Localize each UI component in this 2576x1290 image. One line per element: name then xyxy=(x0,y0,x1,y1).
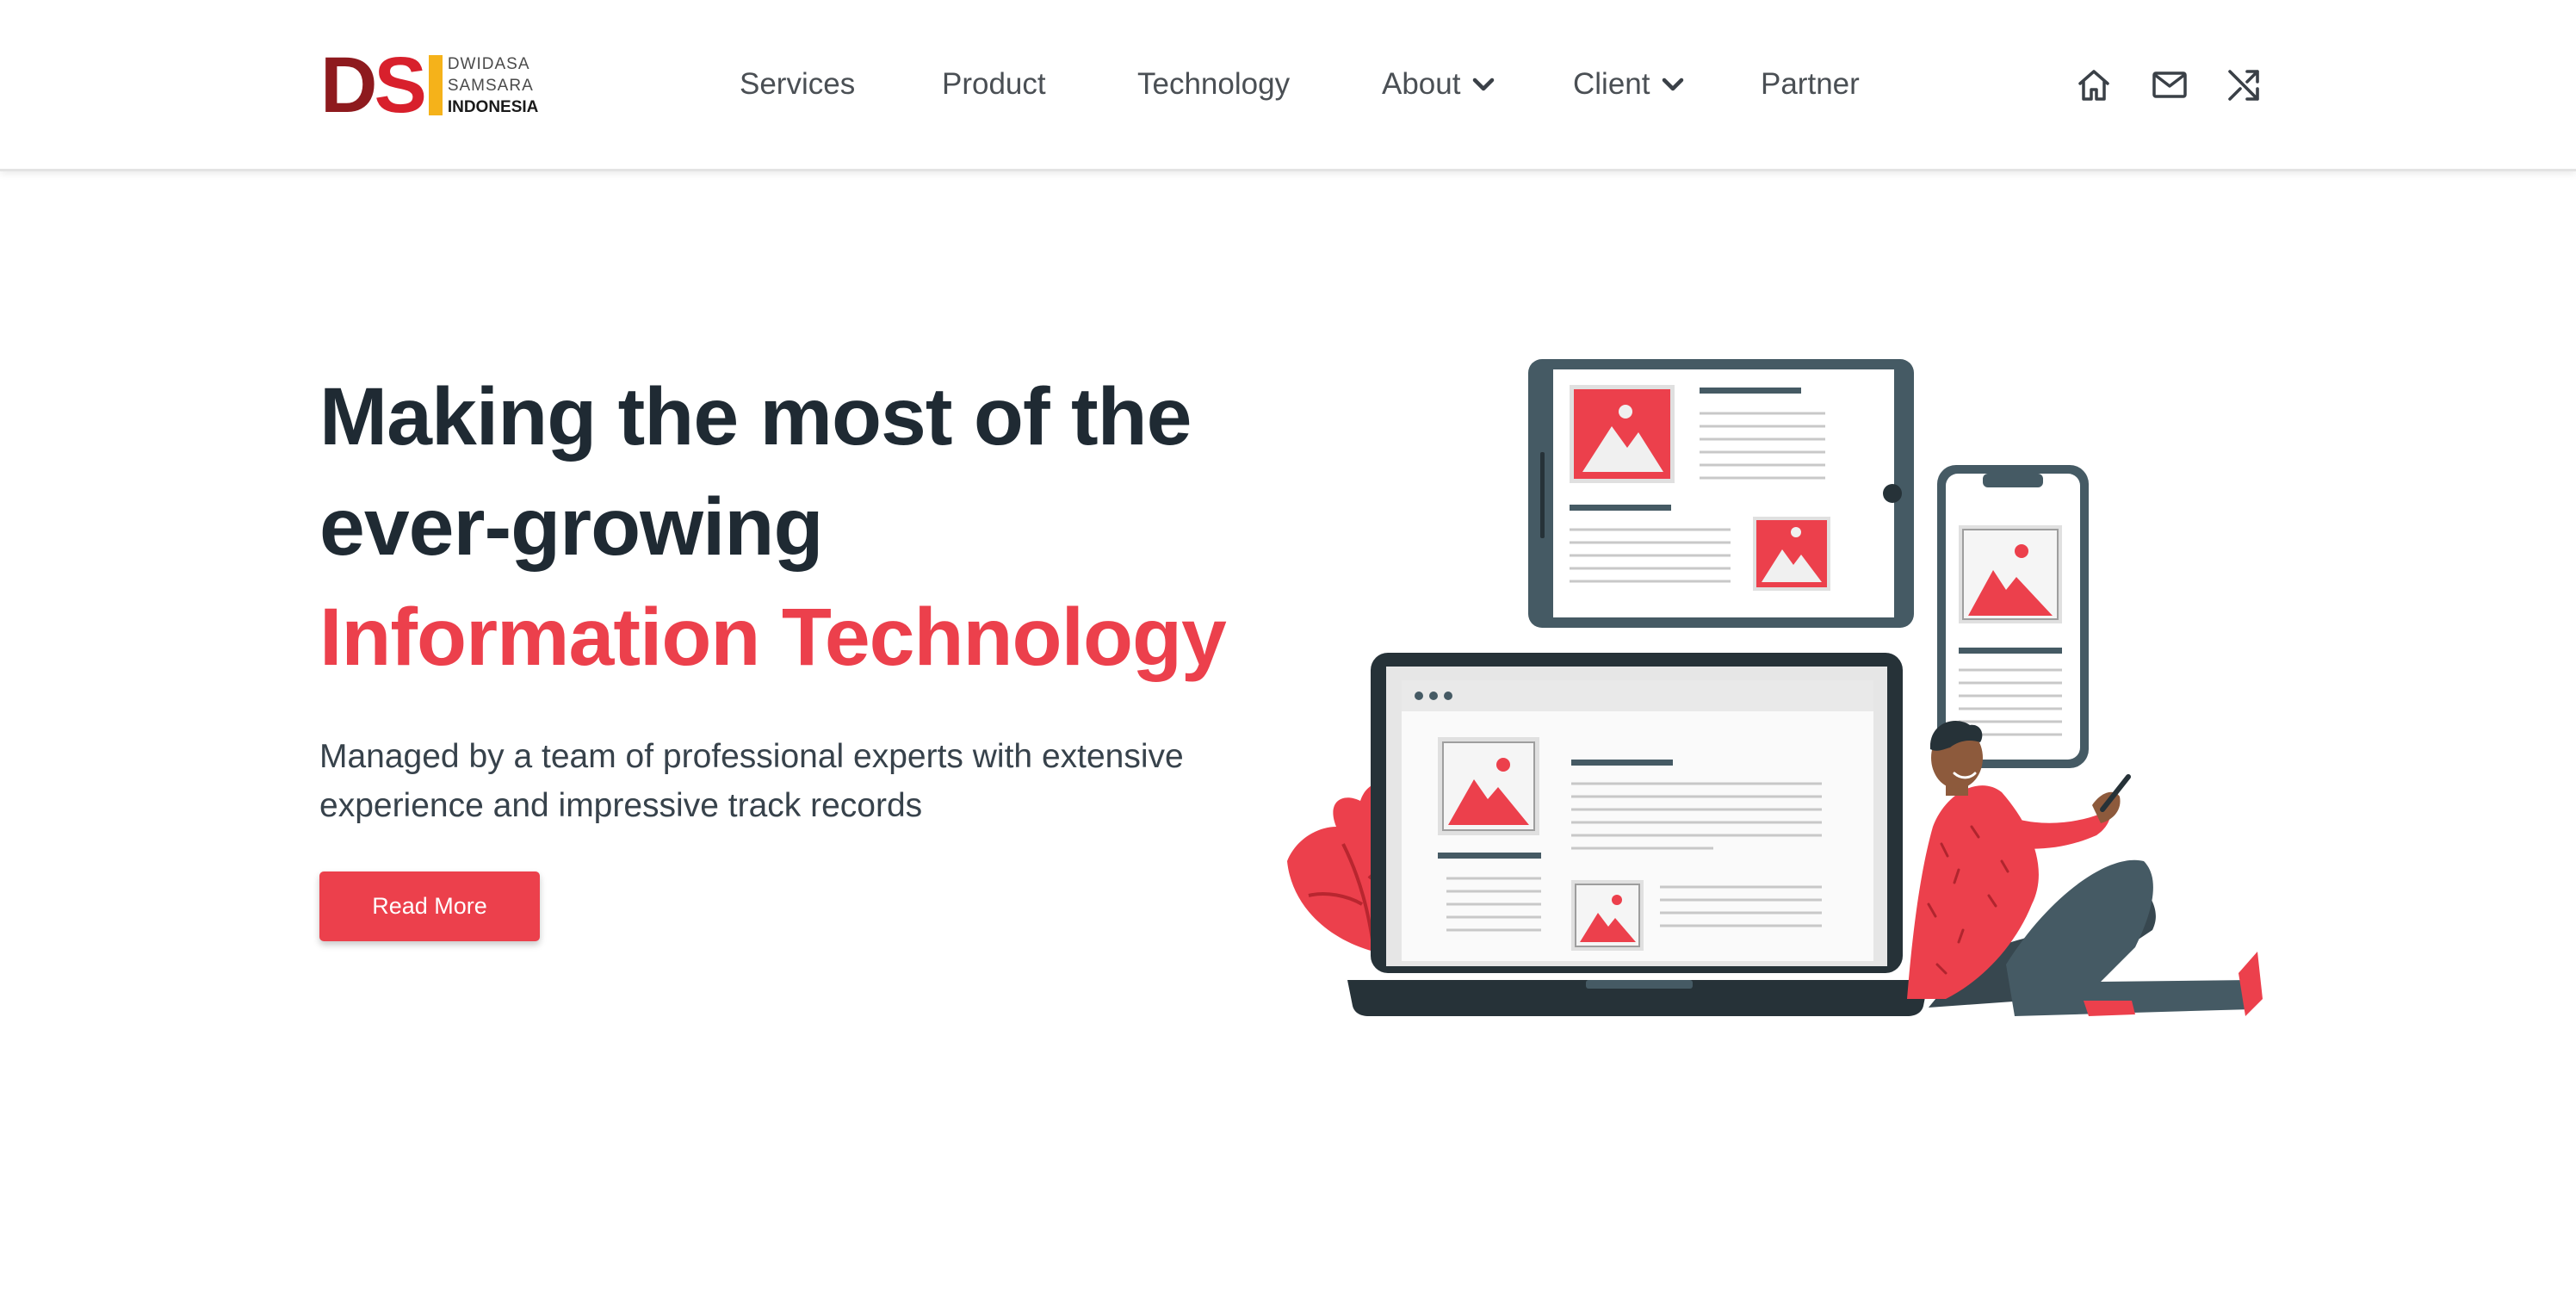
logo-letter-d: D xyxy=(320,41,377,129)
nav-item-label: Technology xyxy=(1137,67,1291,101)
mail-icon[interactable] xyxy=(2151,66,2189,104)
logo-line-3: INDONESIA xyxy=(447,97,539,116)
logo-line-2: SAMSARA xyxy=(447,76,534,95)
laptop-device xyxy=(1347,653,1929,1016)
logo-letter-i-bar xyxy=(428,55,443,115)
nav-item-partner[interactable]: Partner xyxy=(1761,64,1860,105)
person-figure xyxy=(1907,721,2263,1016)
logo-wordmark: DWIDASA SAMSARA INDONESIA xyxy=(448,52,539,119)
home-icon[interactable] xyxy=(2075,66,2113,104)
nav-item-label: Product xyxy=(942,67,1046,101)
hero-title-line-2: ever-growing xyxy=(319,481,824,573)
site-header: D S DWIDASA SAMSARA INDONESIA Services P… xyxy=(0,0,2576,171)
tablet-device xyxy=(1528,359,1914,628)
nav-item-client[interactable]: Client xyxy=(1573,64,1684,105)
hero-title-accent: Information Technology xyxy=(319,592,1227,683)
nav-item-technology[interactable]: Technology xyxy=(1137,64,1290,105)
logo-line-1: DWIDASA xyxy=(447,54,530,73)
devices-illustration xyxy=(1287,359,2263,1016)
nav-item-label: Services xyxy=(740,67,856,101)
nav-item-product[interactable]: Product xyxy=(942,64,1046,105)
nav-item-services[interactable]: Services xyxy=(740,64,855,105)
hero-title-line-1: Making the most of the xyxy=(319,371,1192,462)
nav-item-label: Partner xyxy=(1761,67,1860,101)
nav-item-label: About xyxy=(1382,67,1461,101)
read-more-button[interactable]: Read More xyxy=(319,871,540,941)
nav-item-label: Client xyxy=(1573,67,1650,101)
logo-mark: D S xyxy=(320,41,443,129)
company-logo[interactable]: D S DWIDASA SAMSARA INDONESIA xyxy=(320,41,539,129)
shuffle-icon[interactable] xyxy=(2225,66,2263,104)
nav-item-about[interactable]: About xyxy=(1382,64,1495,105)
chevron-down-icon xyxy=(1663,78,1684,91)
chevron-down-icon xyxy=(1473,78,1495,91)
hero-subtitle: Managed by a team of professional expert… xyxy=(319,738,1184,824)
hero-title: Making the most of the ever-growing Info… xyxy=(319,362,1266,692)
logo-letter-s: S xyxy=(374,41,426,129)
